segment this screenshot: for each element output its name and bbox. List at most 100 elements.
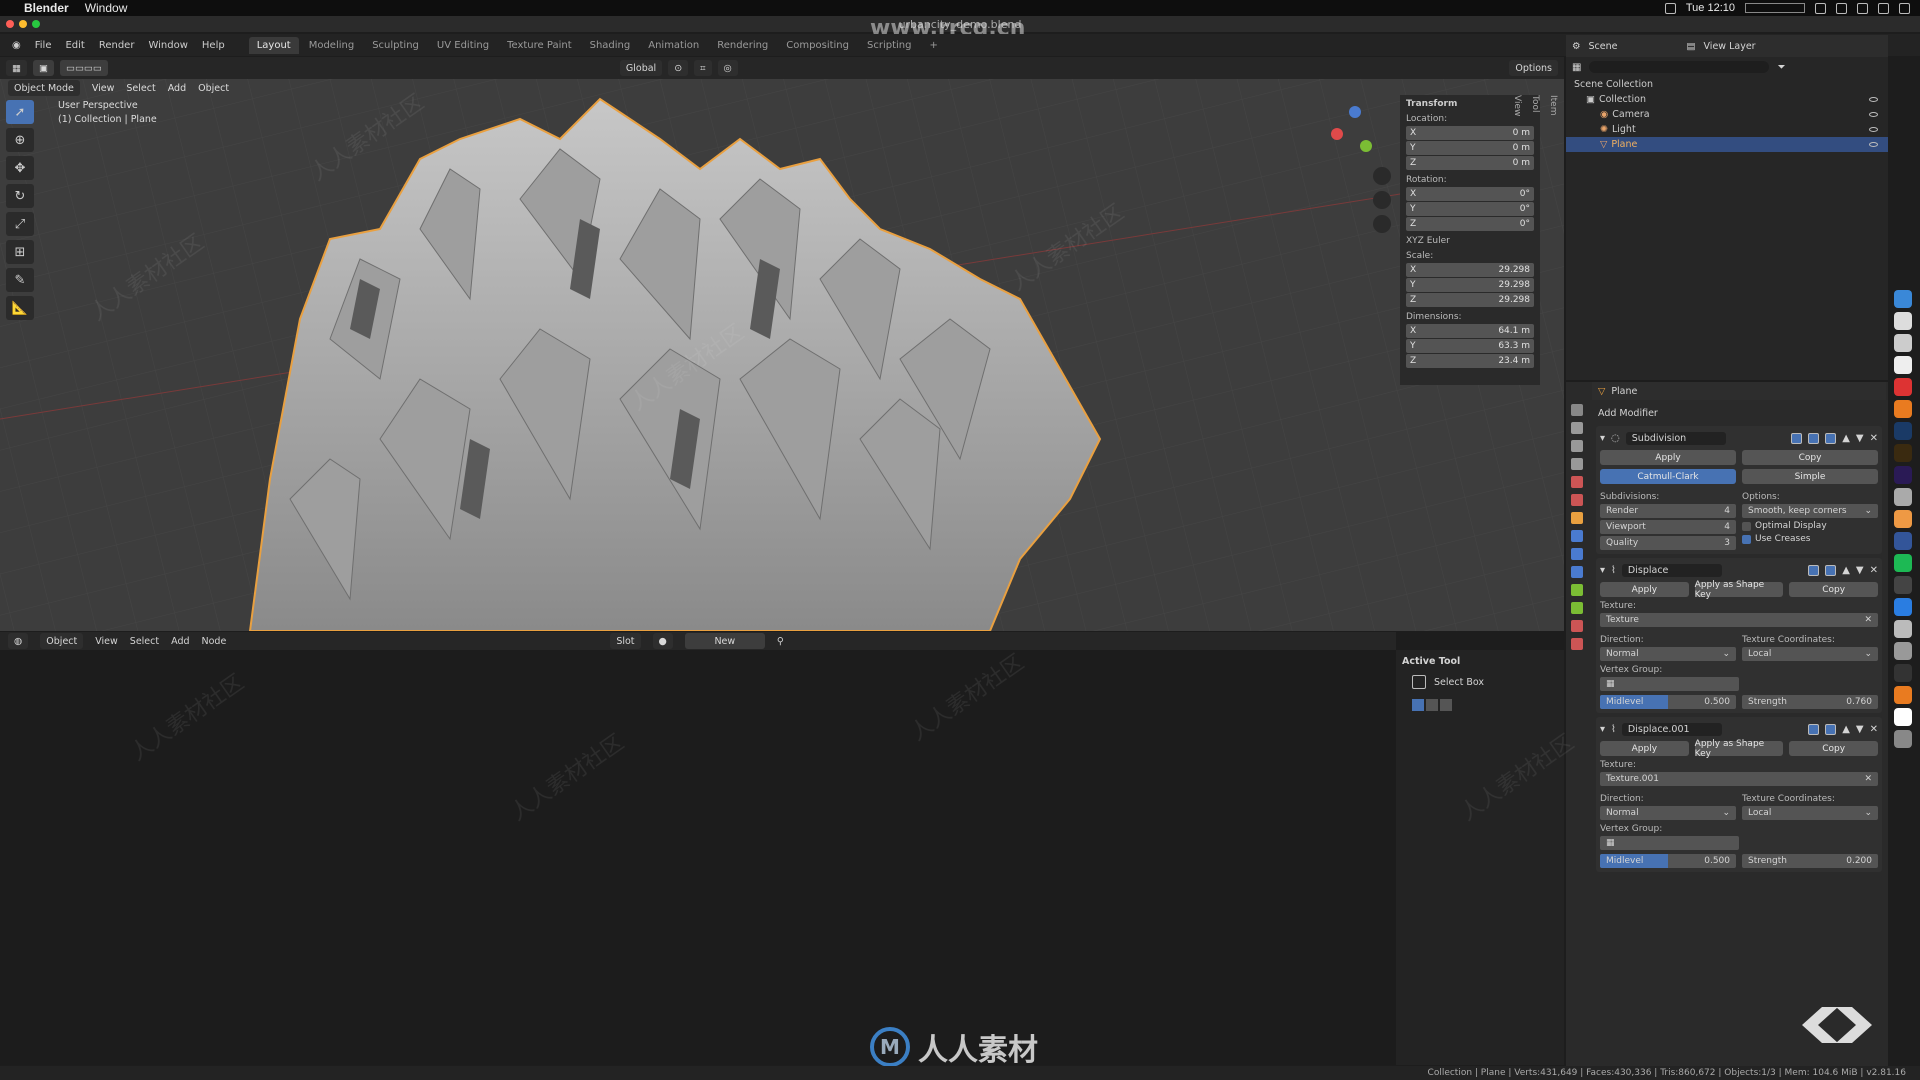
render-tab-icon[interactable]: [1571, 422, 1583, 434]
displace-001-name-field[interactable]: Displace.001: [1621, 722, 1722, 736]
uv-smooth-dropdown[interactable]: Smooth, keep corners ⌄: [1742, 504, 1878, 518]
texture-coords-dropdown[interactable]: Local ⌄: [1742, 806, 1878, 820]
editor-type-icon[interactable]: ◍: [8, 633, 29, 649]
render-levels-field[interactable]: Render 4: [1600, 504, 1736, 518]
eye-icon[interactable]: [1869, 127, 1878, 132]
strength-field[interactable]: Strength 0.760: [1742, 695, 1878, 709]
output-tab-icon[interactable]: [1571, 440, 1583, 452]
rotate-tool-icon[interactable]: ↻: [6, 184, 34, 208]
firefox-icon[interactable]: [1894, 510, 1912, 528]
midlevel-slider[interactable]: Midlevel 0.500: [1600, 854, 1736, 868]
bridge-icon[interactable]: [1894, 444, 1912, 462]
object-tab-icon[interactable]: [1571, 512, 1583, 524]
orientation-dropdown[interactable]: Global: [619, 60, 663, 76]
displace-name-field[interactable]: Displace: [1621, 563, 1722, 577]
scene-name[interactable]: Scene: [1589, 41, 1679, 52]
minimize-window-button[interactable]: [19, 20, 27, 28]
mac-clock[interactable]: Tue 12:10: [1686, 2, 1735, 14]
menu-edit[interactable]: Edit: [59, 38, 90, 53]
tab-compositing[interactable]: Compositing: [778, 37, 857, 54]
catmull-clark-button[interactable]: Catmull-Clark: [1600, 469, 1736, 484]
tab-texture-paint[interactable]: Texture Paint: [499, 37, 580, 54]
filter-icon[interactable]: ⏷: [1777, 62, 1785, 73]
displace-apply-button[interactable]: Apply: [1600, 582, 1689, 597]
add-workspace-button[interactable]: +: [921, 37, 945, 54]
move-tool-icon[interactable]: ✥: [6, 156, 34, 180]
select-tool-icon[interactable]: ➚: [6, 100, 34, 124]
texture-selector[interactable]: Texture.001 ✕: [1600, 772, 1878, 786]
world-tab-icon[interactable]: [1571, 494, 1583, 506]
material-tab-icon[interactable]: [1571, 620, 1583, 632]
view-layer-name[interactable]: View Layer: [1704, 41, 1756, 52]
eye-icon[interactable]: [1869, 142, 1878, 147]
app-icon[interactable]: [1894, 642, 1912, 660]
notes-icon[interactable]: [1894, 356, 1912, 374]
subdivision-apply-button[interactable]: Apply: [1600, 450, 1736, 465]
tool-tab-icon[interactable]: [1571, 404, 1583, 416]
node-menu-view[interactable]: View: [95, 636, 118, 647]
subdivision-copy-button[interactable]: Copy: [1742, 450, 1878, 465]
outliner-item-collection[interactable]: ▣ Collection: [1566, 92, 1888, 107]
displace-001-copy-button[interactable]: Copy: [1789, 741, 1879, 756]
eye-icon[interactable]: [1869, 97, 1878, 102]
scale-z-field[interactable]: Z 29.298: [1406, 293, 1534, 307]
collapse-icon[interactable]: ▾: [1600, 565, 1605, 576]
displace-copy-button[interactable]: Copy: [1789, 582, 1879, 597]
move-up-icon[interactable]: ▲: [1842, 565, 1850, 576]
selection-modes[interactable]: ▭▭▭▭: [59, 60, 108, 76]
zoom-window-button[interactable]: [32, 20, 40, 28]
node-menu-node[interactable]: Node: [202, 636, 227, 647]
app-icon[interactable]: [1894, 488, 1912, 506]
direction-dropdown[interactable]: Normal ⌄: [1600, 647, 1736, 661]
wifi-icon[interactable]: [1815, 2, 1826, 14]
tab-rendering[interactable]: Rendering: [709, 37, 776, 54]
outliner-scene-collection[interactable]: Scene Collection: [1566, 77, 1888, 92]
move-down-icon[interactable]: ▼: [1856, 565, 1864, 576]
options-dropdown[interactable]: Options: [1509, 60, 1558, 76]
pin-icon[interactable]: ⚲: [777, 636, 784, 647]
outliner-search-input[interactable]: [1589, 61, 1770, 73]
view-layer-tab-icon[interactable]: [1571, 458, 1583, 470]
city-mesh-view[interactable]: [0, 79, 1564, 631]
scale-x-field[interactable]: X 29.298: [1406, 263, 1534, 277]
mac-app-name[interactable]: Blender: [24, 1, 69, 15]
viewport-menu-add[interactable]: Add: [168, 83, 186, 94]
particles-tab-icon[interactable]: [1571, 548, 1583, 560]
tab-shading[interactable]: Shading: [582, 37, 639, 54]
transform-tool-icon[interactable]: ⊞: [6, 240, 34, 264]
outliner-item-camera[interactable]: ◉ Camera: [1566, 107, 1888, 122]
calendar-icon[interactable]: [1894, 378, 1912, 396]
viewport-toggle-icon[interactable]: [1808, 432, 1820, 444]
finder-icon[interactable]: [1894, 290, 1912, 308]
menu-window[interactable]: Window: [142, 38, 193, 53]
outliner-item-plane[interactable]: ▽ Plane: [1566, 137, 1888, 152]
render-toggle-icon[interactable]: [1825, 432, 1837, 444]
measure-tool-icon[interactable]: 📐: [6, 296, 34, 320]
tab-scripting[interactable]: Scripting: [859, 37, 919, 54]
render-toggle-icon[interactable]: [1825, 564, 1837, 576]
move-down-icon[interactable]: ▼: [1856, 433, 1864, 444]
app-icon[interactable]: [1894, 620, 1912, 638]
vertex-group-field[interactable]: ▦: [1600, 836, 1739, 850]
trash-icon[interactable]: [1894, 730, 1912, 748]
node-menu-add[interactable]: Add: [171, 636, 189, 647]
tab-modeling[interactable]: Modeling: [301, 37, 363, 54]
dimensions-y-field[interactable]: Y 63.3 m: [1406, 339, 1534, 353]
tab-sculpting[interactable]: Sculpting: [364, 37, 427, 54]
rotation-mode-dropdown[interactable]: XYZ Euler: [1406, 236, 1534, 246]
displace-shape-key-button[interactable]: Apply as Shape Key: [1694, 580, 1784, 600]
modifier-tab-icon[interactable]: [1571, 530, 1583, 542]
object-type-dropdown[interactable]: Object: [40, 633, 84, 649]
add-modifier-dropdown[interactable]: Add Modifier: [1592, 404, 1886, 422]
document-icon[interactable]: [1894, 708, 1912, 726]
physics-tab-icon[interactable]: [1571, 566, 1583, 578]
collapse-icon[interactable]: ▾: [1600, 724, 1605, 735]
select-mode-icon[interactable]: ▣: [32, 60, 54, 76]
collapse-icon[interactable]: ▾: [1600, 433, 1605, 444]
active-tool-title[interactable]: Active Tool: [1402, 656, 1558, 667]
display-mode-icon[interactable]: ▦: [1572, 62, 1581, 73]
photoshop-icon[interactable]: [1894, 422, 1912, 440]
scale-tool-icon[interactable]: ⤢: [6, 212, 34, 236]
volume-icon[interactable]: [1836, 2, 1847, 14]
menu-render[interactable]: Render: [93, 38, 141, 53]
